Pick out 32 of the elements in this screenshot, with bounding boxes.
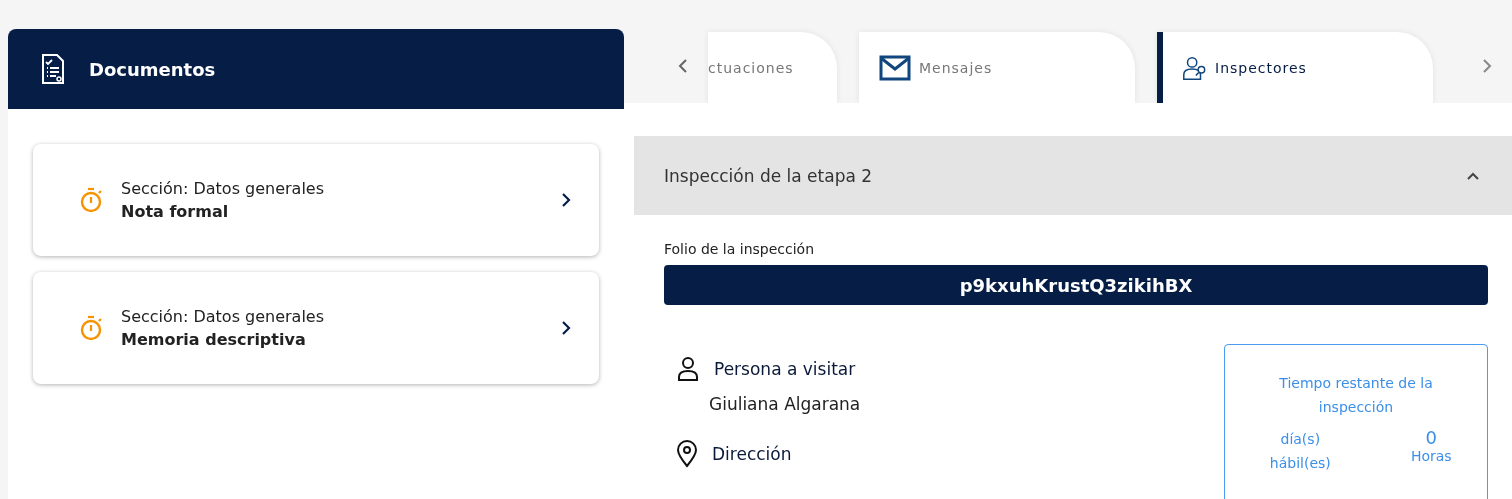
hours-value: 0 (1425, 427, 1438, 448)
field-label: Dirección (712, 444, 792, 464)
tab[interactable]: Mensajes (859, 32, 1135, 103)
person-icon (676, 356, 700, 382)
chevron-right-icon (561, 320, 571, 336)
folio-value: p9kxuhKrustQ3zikihBX (664, 265, 1488, 305)
document-name: Nota formal (121, 202, 230, 221)
folio-label: Folio de la inspección (664, 241, 816, 257)
document-card[interactable]: Sección: Datos generales Nota formal (33, 144, 599, 256)
hours-label: Horas (1410, 448, 1452, 464)
days-label: día(s) hábil(es) (1268, 430, 1332, 473)
panel-title: Documentos (89, 58, 216, 80)
timer-title: Tiempo restante de la inspección (1278, 374, 1434, 417)
location-pin-icon (676, 440, 698, 468)
field-value: Giuliana Algarana (708, 394, 861, 414)
section-label: Sección: Datos generales (121, 307, 326, 326)
chevron-left-icon[interactable] (678, 58, 688, 74)
document-checklist-icon (41, 54, 65, 84)
envelope-icon (879, 54, 911, 81)
tab[interactable]: ctuaciones (708, 32, 837, 103)
person-magnifier-icon (1181, 54, 1207, 81)
field-label: Persona a visitar (714, 359, 856, 379)
chevron-right-icon[interactable] (1482, 58, 1492, 74)
stopwatch-icon (79, 315, 103, 341)
stopwatch-icon (79, 187, 103, 213)
chevron-right-icon (561, 192, 571, 208)
accordion-header[interactable]: Inspección de la etapa 2 (634, 136, 1512, 215)
document-name: Memoria descriptiva (121, 330, 307, 349)
section-label: Sección: Datos generales (121, 179, 326, 198)
tab[interactable]: Inspectores (1157, 32, 1433, 103)
accordion-title: Inspección de la etapa 2 (664, 165, 873, 186)
document-card[interactable]: Sección: Datos generales Memoria descriptiva (33, 272, 599, 384)
